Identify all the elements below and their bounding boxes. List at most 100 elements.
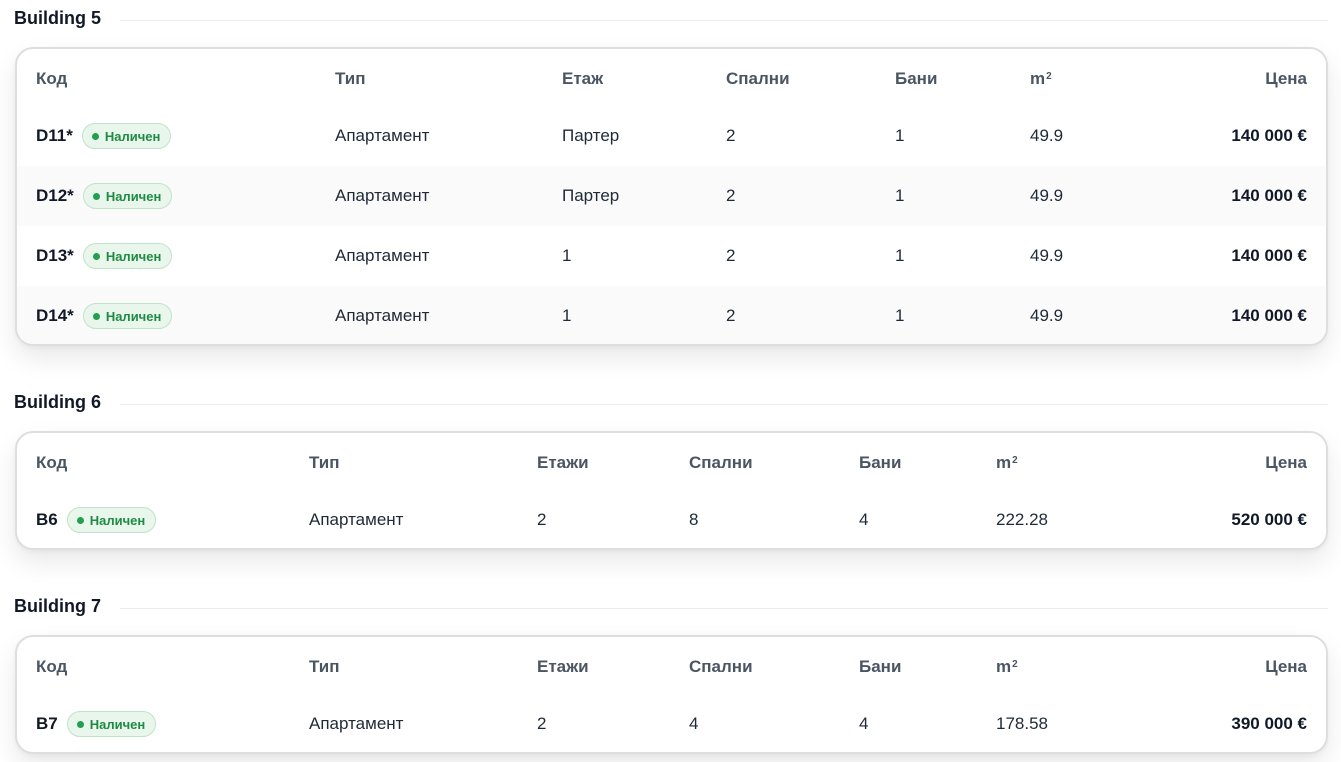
col-header-baths: Бани [859,453,902,472]
unit-floor: Партер [562,126,620,145]
unit-area: 49.9 [1030,246,1064,265]
status-dot-icon [76,516,84,524]
col-header-area: m2 [996,453,1018,472]
col-header-price: Цена [1265,453,1307,472]
unit-code: D13* [36,246,74,265]
unit-floor: 1 [562,246,572,265]
unit-area: 49.9 [1030,186,1064,205]
unit-floors: 2 [537,510,547,529]
table-row[interactable]: B6 Наличен Апартамент 2 8 4 222.28 520 0… [17,490,1326,548]
unit-price: 140 000 € [1231,186,1307,205]
unit-type: Апартамент [335,306,430,325]
unit-area: 222.28 [996,510,1048,529]
col-header-floors: Етажи [537,453,589,472]
col-header-type: Тип [335,69,366,88]
unit-baths: 1 [895,186,905,205]
section-header: Building 6 [14,389,1328,415]
section-divider [120,608,1328,609]
section-title: Building 5 [14,8,101,28]
section-divider [120,404,1328,405]
unit-area: 49.9 [1030,306,1064,325]
col-header-baths: Бани [859,657,902,676]
status-badge: Наличен [82,303,173,329]
col-header-floors: Етажи [537,657,589,676]
unit-floor: Партер [562,186,620,205]
unit-bedrooms: 2 [726,186,736,205]
table-row[interactable]: D13* Наличен Апартамент 1 2 1 49.9 140 0… [17,226,1326,286]
unit-code: B6 [36,510,58,529]
col-header-type: Тип [309,453,340,472]
units-table: Код Тип Етажи Спални Бани m2 Цена B7 Нал… [15,635,1328,754]
table-row[interactable]: D12* Наличен Апартамент Партер 2 1 49.9 … [17,166,1326,226]
col-header-code: Код [36,657,68,676]
unit-area: 49.9 [1030,126,1064,145]
table-row[interactable]: D11* Наличен Апартамент Партер 2 1 49.9 … [17,106,1326,166]
status-dot-icon [91,132,99,140]
unit-bedrooms: 4 [689,714,699,733]
unit-bedrooms: 2 [726,246,736,265]
col-header-type: Тип [309,657,340,676]
unit-price: 140 000 € [1231,306,1307,325]
unit-bedrooms: 8 [689,510,699,529]
table-header: Код Тип Етажи Спални Бани m2 Цена [17,637,1326,697]
units-table: Код Тип Етажи Спални Бани m2 Цена B6 Нал… [15,431,1328,550]
col-header-floor: Етаж [562,69,604,88]
unit-bedrooms: 2 [726,126,736,145]
status-badge: Наличен [81,123,172,149]
col-header-code: Код [36,69,68,88]
unit-code: D14* [36,306,74,325]
unit-floors: 2 [537,714,547,733]
table-row[interactable]: B7 Наличен Апартамент 2 4 4 178.58 390 0… [17,694,1326,752]
unit-floor: 1 [562,306,572,325]
col-header-bedrooms: Спални [689,453,753,472]
unit-type: Апартамент [335,186,430,205]
section-header: Building 7 [14,593,1328,619]
unit-code-cell: D11* Наличен [36,106,172,166]
unit-price: 140 000 € [1231,246,1307,265]
col-header-price: Цена [1265,657,1307,676]
col-header-code: Код [36,453,68,472]
status-badge: Наличен [82,243,173,269]
units-table: Код Тип Етаж Спални Бани m2 Цена D11* На… [15,47,1328,346]
unit-type: Апартамент [335,246,430,265]
col-header-bedrooms: Спални [689,657,753,676]
status-dot-icon [92,252,100,260]
table-header: Код Тип Етажи Спални Бани m2 Цена [17,433,1326,493]
section-title: Building 7 [14,596,101,616]
section-header: Building 5 [14,5,1328,31]
unit-code-cell: D12* Наличен [36,166,173,226]
col-header-bedrooms: Спални [726,69,790,88]
unit-code-cell: B7 Наличен [36,694,157,752]
col-header-area: m2 [996,657,1018,676]
unit-bedrooms: 2 [726,306,736,325]
col-header-baths: Бани [895,69,938,88]
unit-baths: 1 [895,306,905,325]
section-title: Building 6 [14,392,101,412]
unit-price: 140 000 € [1231,126,1307,145]
section-divider [120,20,1328,21]
col-header-price: Цена [1265,69,1307,88]
unit-code-cell: D14* Наличен [36,286,173,344]
unit-code: D12* [36,186,74,205]
unit-type: Апартамент [309,714,404,733]
unit-code-cell: D13* Наличен [36,226,173,286]
unit-baths: 1 [895,126,905,145]
unit-price: 390 000 € [1231,714,1307,733]
unit-area: 178.58 [996,714,1048,733]
status-dot-icon [92,312,100,320]
table-row[interactable]: D14* Наличен Апартамент 1 2 1 49.9 140 0… [17,286,1326,344]
unit-code-cell: B6 Наличен [36,490,157,548]
unit-baths: 1 [895,246,905,265]
table-header: Код Тип Етаж Спални Бани m2 Цена [17,49,1326,109]
unit-code: D11* [36,126,73,145]
status-dot-icon [92,192,100,200]
status-badge: Наличен [66,507,157,533]
unit-baths: 4 [859,714,869,733]
status-badge: Наличен [66,711,157,737]
col-header-area: m2 [1030,69,1052,88]
status-dot-icon [76,720,84,728]
unit-type: Апартамент [335,126,430,145]
unit-price: 520 000 € [1231,510,1307,529]
status-badge: Наличен [82,183,173,209]
unit-code: B7 [36,714,58,733]
